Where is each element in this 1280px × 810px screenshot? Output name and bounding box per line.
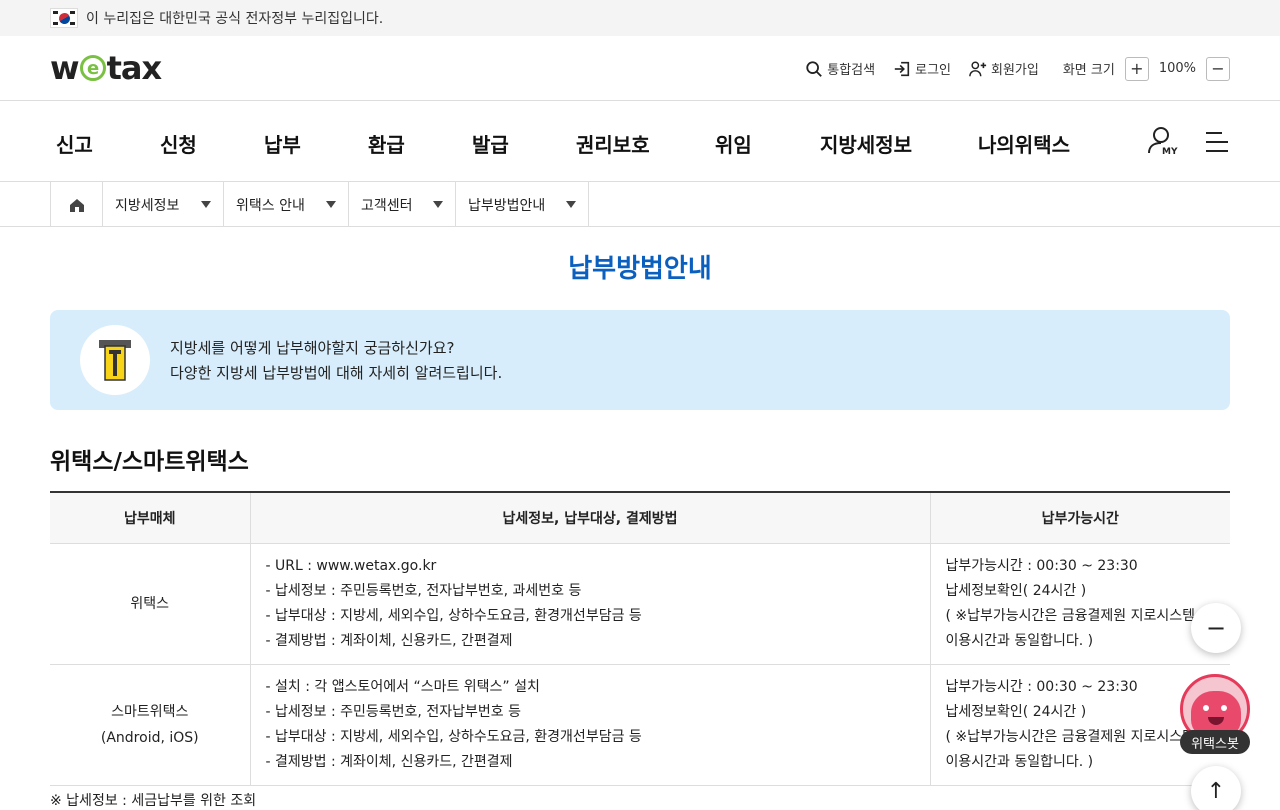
nav-item-issue[interactable]: 발급 [472,129,509,158]
caret-down-icon [201,201,211,208]
time-line: 납세정보확인( 24시간 ) [945,703,1087,720]
time-line: ( ※납부가능시간은 금융결제원 지로시스템 [945,728,1196,745]
caret-down-icon [433,201,443,208]
search-label: 통합검색 [827,63,876,78]
column-header: 납세정보, 납부대상, 결제방법 [250,492,931,544]
media-platforms: (Android, iOS) [100,729,199,746]
breadcrumb-label: 위택스 안내 [236,197,305,214]
time-cell: 납부가능시간 : 00:30 ~ 23:30 납세정보확인( 24시간 ) ( … [930,543,1230,665]
breadcrumb-item-local-tax-info[interactable]: 지방세정보 [103,182,224,227]
time-line: 이용시간과 동일합니다. ) [945,753,1094,770]
zoom-label: 화면 크기 [1062,63,1115,78]
chatbot-label[interactable]: 위택스봇 [1180,730,1250,754]
media-name: 스마트위택스 [111,703,189,720]
payment-methods-table: 납부매체 납세정보, 납부대상, 결제방법 납부가능시간 위택스 URL : w… [50,491,1230,786]
add-user-icon [969,61,987,76]
gov-banner-text: 이 누리집은 대한민국 공식 전자정부 누리집입니다. [86,11,384,27]
gov-banner: 이 누리집은 대한민국 공식 전자정부 누리집입니다. [0,0,1280,36]
time-line: 이용시간과 동일합니다. ) [945,632,1094,649]
detail-item: 납세정보 : 주민등록번호, 전자납부번호, 과세번호 등 [266,579,915,604]
payment-terminal-icon [80,325,150,395]
utility-menu: 통합검색 로그인 회원가입 화면 크기 + 100% − [805,36,1230,101]
column-header: 납부가능시간 [930,492,1230,544]
home-button[interactable] [51,182,103,227]
details-cell: URL : www.wetax.go.kr 납세정보 : 주민등록번호, 전자납… [250,543,931,665]
info-box: 지방세를 어떻게 납부해야할지 궁금하신가요? 다양한 지방세 납부방법에 대해… [50,310,1230,410]
nav-item-delegate[interactable]: 위임 [715,129,752,158]
nav-icons: MY [1146,125,1230,159]
detail-item: 결제방법 : 계좌이체, 신용카드, 간편결제 [266,629,915,654]
wetax-logo[interactable]: w e tax [50,49,162,87]
login-icon [894,61,910,76]
login-label: 로그인 [915,63,951,78]
media-name: 위택스 [130,595,170,612]
details-cell: 설치 : 각 앱스토어에서 “스마트 위택스” 설치 납세정보 : 주민등록번호… [250,664,931,786]
search-link[interactable]: 통합검색 [805,59,875,78]
korea-flag-icon [50,8,78,28]
detail-item: 납부대상 : 지방세, 세외수입, 상하수도요금, 환경개선부담금 등 [266,725,915,750]
caret-down-icon [326,201,336,208]
breadcrumb-label: 납부방법안내 [468,197,546,214]
time-line: 납세정보확인( 24시간 ) [945,582,1087,599]
nav-item-rights[interactable]: 권리보호 [576,129,650,158]
home-icon [69,198,84,212]
column-header: 납부매체 [50,492,251,544]
nav-item-my-wetax[interactable]: 나의위택스 [978,129,1070,158]
main-nav: 신고 신청 납부 환급 발급 권리보호 위임 지방세정보 나의위택스 MY [0,101,1280,182]
nav-item-local-tax-info[interactable]: 지방세정보 [820,129,912,158]
collapse-button[interactable]: − [1191,603,1241,653]
breadcrumb-item-payment-guide[interactable]: 납부방법안내 [456,182,589,227]
caret-down-icon [566,201,576,208]
login-link[interactable]: 로그인 [893,59,951,78]
page-title: 납부방법안내 [568,254,712,284]
info-line-2: 다양한 지방세 납부방법에 대해 자세히 알려드립니다. [170,364,503,382]
table-row: 위택스 URL : www.wetax.go.kr 납세정보 : 주민등록번호,… [50,543,1230,665]
nav-item-pay[interactable]: 납부 [264,129,301,158]
time-line: 납부가능시간 : 00:30 ~ 23:30 [945,557,1138,574]
nav-item-report[interactable]: 신고 [56,129,93,158]
breadcrumb-item-customer-center[interactable]: 고객센터 [349,182,456,227]
time-line: 납부가능시간 : 00:30 ~ 23:30 [945,678,1138,695]
signup-label: 회원가입 [991,63,1039,78]
media-cell: 스마트위택스 (Android, iOS) [50,664,251,786]
time-line: ( ※납부가능시간은 금융결제원 지로시스템 [945,607,1196,624]
zoom-in-button[interactable]: + [1124,56,1149,81]
nav-item-refund[interactable]: 환급 [368,129,405,158]
zoom-value: 100% [1158,61,1196,76]
header: w e tax 통합검색 로그인 회원가입 화면 크기 + 100% − [0,36,1280,101]
detail-item: URL : www.wetax.go.kr [266,554,915,579]
media-cell: 위택스 [50,543,251,665]
info-line-1: 지방세를 어떻게 납부해야할지 궁금하신가요? [170,339,455,357]
breadcrumb-label: 고객센터 [361,197,413,214]
nav-item-apply[interactable]: 신청 [160,129,197,158]
section-title: 위택스/스마트위택스 [50,449,249,475]
my-label: MY [1162,147,1178,157]
detail-item: 납세정보 : 주민등록번호, 전자납부번호 등 [266,700,915,725]
scroll-top-button[interactable]: ↑ [1191,766,1241,810]
breadcrumb: 지방세정보 위택스 안내 고객센터 납부방법안내 [0,182,1280,227]
breadcrumb-item-wetax-guide[interactable]: 위택스 안내 [224,182,349,227]
my-page-button[interactable]: MY [1146,125,1178,159]
signup-link[interactable]: 회원가입 [969,59,1039,78]
zoom-control: 화면 크기 + 100% − [1062,56,1230,81]
detail-item: 설치 : 각 앱스토어에서 “스마트 위택스” 설치 [266,675,915,700]
table-row: 스마트위택스 (Android, iOS) 설치 : 각 앱스토어에서 “스마트… [50,664,1230,786]
detail-item: 납부대상 : 지방세, 세외수입, 상하수도요금, 환경개선부담금 등 [266,604,915,629]
menu-icon[interactable] [1204,131,1230,153]
breadcrumb-label: 지방세정보 [115,197,180,214]
table-header-row: 납부매체 납세정보, 납부대상, 결제방법 납부가능시간 [50,492,1230,544]
detail-item: 결제방법 : 계좌이체, 신용카드, 간편결제 [266,750,915,775]
zoom-out-button[interactable]: − [1206,56,1230,81]
search-icon [806,60,823,77]
footnote: ※ 납세정보 : 세금납부를 위한 조회 [50,793,257,809]
